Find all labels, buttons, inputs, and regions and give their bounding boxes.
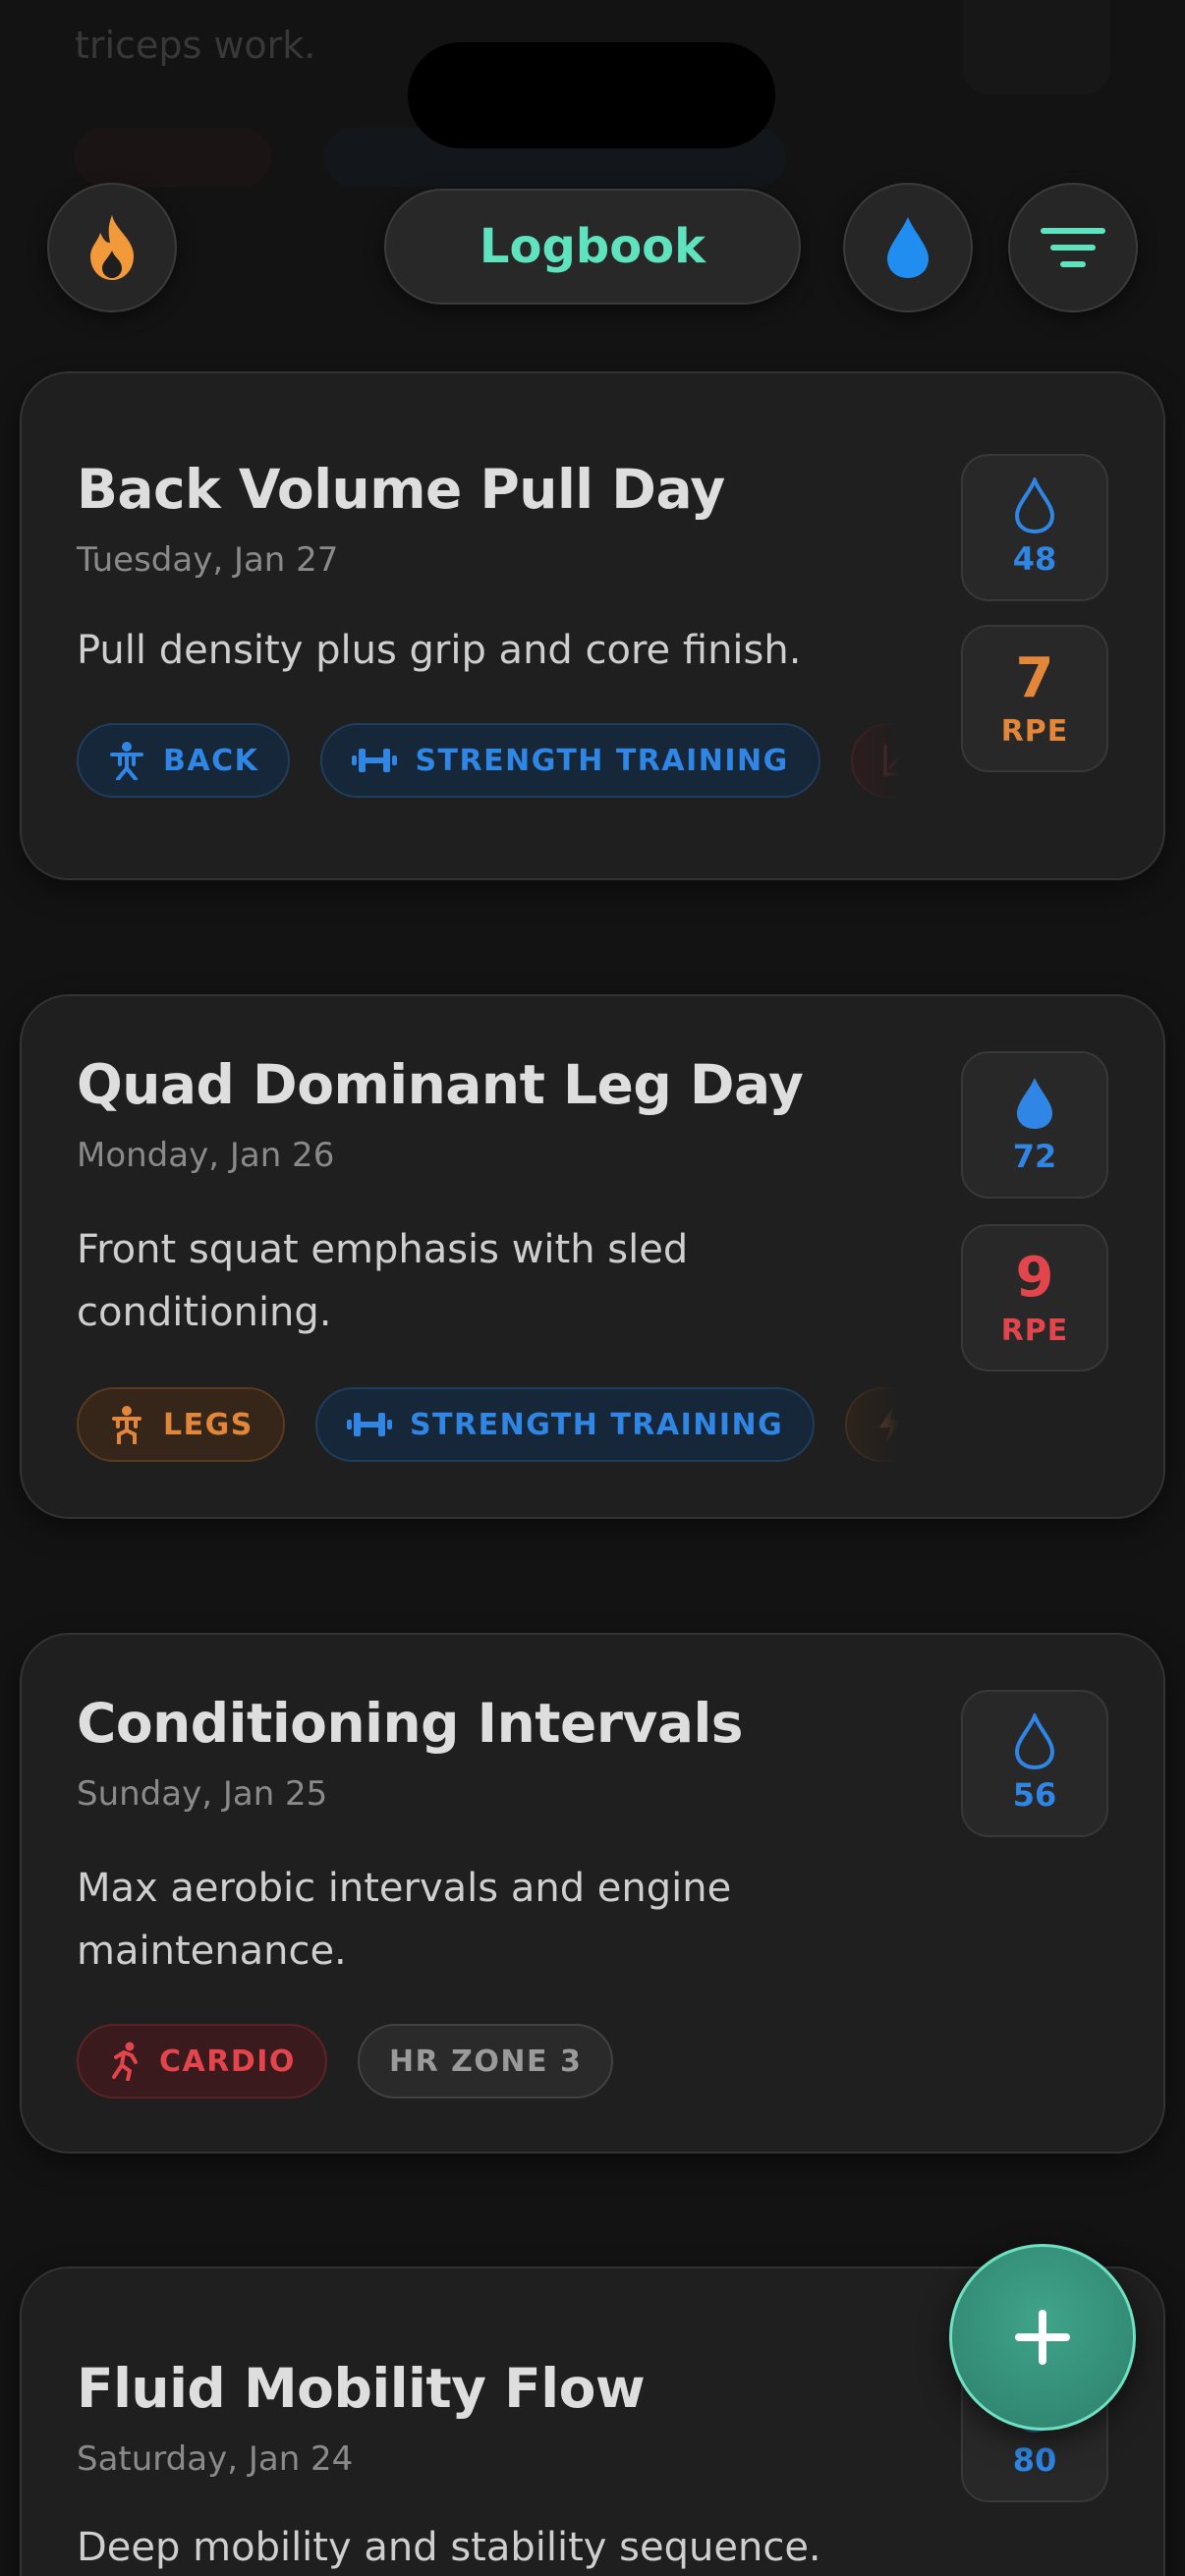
water-drop-icon <box>1017 1078 1052 1129</box>
previous-rpe-box <box>963 0 1110 94</box>
previous-tag-chest <box>75 128 271 187</box>
tag-label: STRENGTH TRAINING <box>415 743 789 778</box>
workout-description: Front squat emphasis with sled condition… <box>77 1227 689 1335</box>
tag-list: BACK STRENGTH TRAINING H <box>77 723 917 802</box>
dumbbell-icon <box>352 749 398 772</box>
rpe-value: 7 <box>1015 645 1054 710</box>
tag-hr-zone[interactable]: HR ZONE 3 <box>358 2024 614 2099</box>
running-icon <box>112 2042 138 2081</box>
hydration-value: 80 <box>1012 2441 1057 2479</box>
filter-lines-icon <box>1041 228 1105 267</box>
tag-back[interactable]: BACK <box>77 723 291 798</box>
workout-title: Quad Dominant Leg Day <box>77 1053 804 1116</box>
workout-card[interactable]: Conditioning Intervals Sunday, Jan 25 Ma… <box>20 1633 1165 2154</box>
tag-label: LEGS <box>163 1407 254 1442</box>
hydration-value: 72 <box>1012 1138 1057 1175</box>
rpe-box: 9 RPE <box>961 1224 1108 1372</box>
hydration-box: 56 <box>961 1690 1108 1837</box>
hydration-button[interactable] <box>843 183 973 312</box>
workout-title: Conditioning Intervals <box>77 1692 744 1755</box>
workout-date: Monday, Jan 26 <box>77 1136 335 1175</box>
workout-title: Back Volume Pull Day <box>77 458 725 521</box>
workout-date: Tuesday, Jan 27 <box>77 540 339 580</box>
tag-label: STRENGTH TRAINING <box>409 1407 784 1442</box>
workout-card[interactable]: Quad Dominant Leg Day Monday, Jan 26 Fro… <box>20 994 1165 1519</box>
workout-date: Saturday, Jan 24 <box>77 2439 354 2479</box>
workout-description: Deep mobility and stability sequence. <box>77 2525 821 2570</box>
logbook-screen: triceps work. Logbook Back Volume Pull D… <box>0 0 1185 2576</box>
rpe-value: 9 <box>1015 1245 1054 1310</box>
workout-title: Fluid Mobility Flow <box>77 2357 646 2420</box>
workout-date: Sunday, Jan 25 <box>77 1774 328 1814</box>
streak-button[interactable] <box>47 183 177 312</box>
tag-strength-training[interactable]: STRENGTH TRAINING <box>314 1387 816 1462</box>
tag-fade <box>809 723 917 802</box>
tag-label: HR ZONE 3 <box>389 2044 583 2079</box>
tag-label: BACK <box>163 743 259 778</box>
tag-label: CARDIO <box>159 2044 296 2079</box>
dynamic-island <box>408 42 775 148</box>
tag-list: CARDIO HR ZONE 3 <box>77 2024 917 2102</box>
person-legs-icon <box>112 1406 141 1444</box>
workout-card[interactable]: Back Volume Pull Day Tuesday, Jan 27 Pul… <box>20 371 1165 880</box>
hydration-value: 56 <box>1012 1776 1057 1814</box>
tag-cardio[interactable]: CARDIO <box>77 2024 327 2099</box>
add-workout-button[interactable] <box>949 2244 1136 2431</box>
filter-button[interactable] <box>1008 183 1138 312</box>
workout-description: Pull density plus grip and core finish. <box>77 628 802 673</box>
page-title: Logbook <box>384 189 801 305</box>
hydration-box: 48 <box>961 454 1108 601</box>
plus-icon <box>1015 2310 1070 2365</box>
rpe-label: RPE <box>1000 1313 1069 1348</box>
water-drop-outline-icon <box>1014 477 1055 534</box>
tag-strength-training[interactable]: STRENGTH TRAINING <box>320 723 820 798</box>
rpe-box: 7 RPE <box>961 625 1108 772</box>
tag-legs[interactable]: LEGS <box>77 1387 285 1462</box>
flame-icon <box>90 215 134 280</box>
water-drop-outline-icon <box>1014 1713 1055 1770</box>
dumbbell-icon <box>346 1413 392 1436</box>
tag-list: LEGS STRENGTH TRAINING ST <box>77 1387 917 1466</box>
hydration-value: 48 <box>1012 540 1057 578</box>
water-drop-icon <box>887 217 929 278</box>
hydration-box: 72 <box>961 1051 1108 1199</box>
tag-fade <box>809 1387 917 1466</box>
previous-card-description: triceps work. <box>75 24 316 67</box>
rpe-label: RPE <box>1000 713 1069 749</box>
person-back-icon <box>110 742 143 780</box>
workout-description: Max aerobic intervals and engine mainten… <box>77 1866 732 1974</box>
